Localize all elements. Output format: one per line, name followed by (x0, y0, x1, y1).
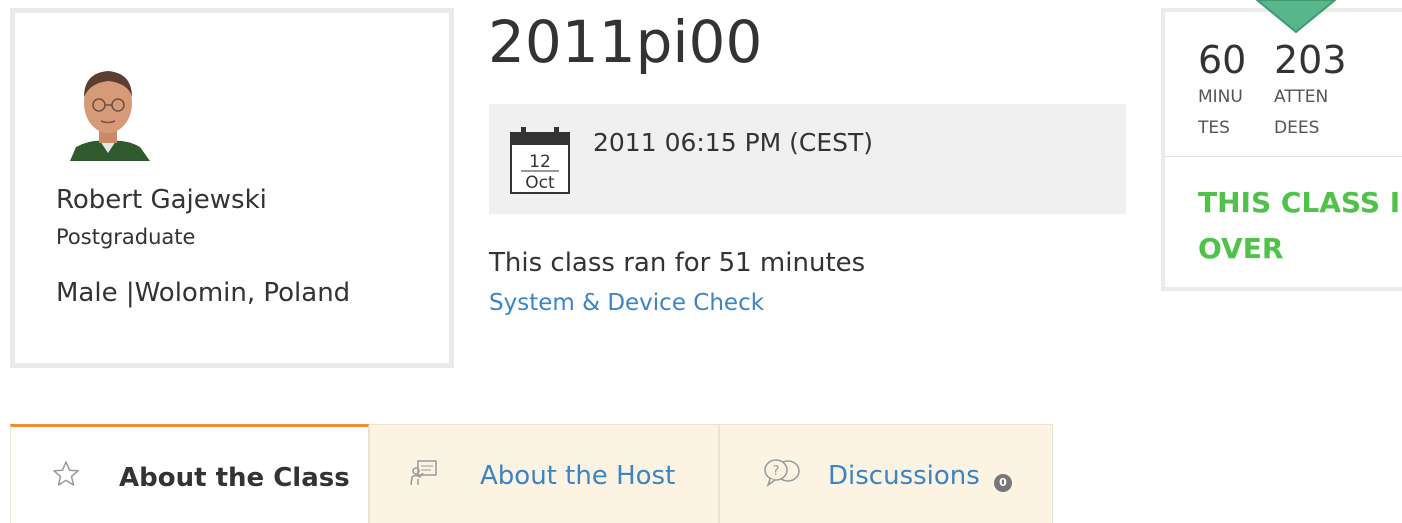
corner-marker-icon (1251, 0, 1341, 34)
host-gender-location: Male |Wolomin, Poland (56, 278, 351, 308)
class-title: 2011pi00 (488, 8, 763, 76)
discussions-count-badge: 0 (994, 474, 1012, 492)
attendees-stat: 203 ATTEN DEES (1274, 40, 1347, 144)
calendar-month: Oct (525, 173, 555, 193)
minutes-value: 60 (1198, 38, 1247, 82)
attendees-value: 203 (1274, 38, 1347, 82)
question-bubbles-icon: ? (762, 457, 810, 487)
calendar-day: 12 (529, 152, 551, 172)
host-name[interactable]: Robert Gajewski (56, 185, 267, 215)
system-device-check-link[interactable]: System & Device Check (489, 290, 764, 316)
attendees-label: ATTEN DEES (1274, 87, 1329, 138)
class-duration: This class ran for 51 minutes (489, 248, 866, 278)
calendar-icon: 12 Oct (509, 125, 571, 195)
class-date-time: 2011 06:15 PM (CEST) (593, 128, 874, 157)
host-role: Postgraduate (56, 225, 196, 249)
tab-discussions[interactable]: ? Discussions 0 (719, 424, 1053, 523)
avatar-image (66, 61, 150, 161)
stats-divider (1165, 156, 1402, 157)
minutes-label: MINU TES (1198, 87, 1243, 138)
tab-about-class-label: About the Class (119, 463, 350, 493)
star-icon (51, 459, 81, 489)
host-card: Robert Gajewski Postgraduate Male |Wolom… (10, 8, 454, 368)
svg-text:?: ? (773, 464, 780, 479)
minutes-stat: 60 MINU TES (1198, 40, 1246, 144)
host-avatar[interactable] (66, 61, 150, 161)
class-stats-card: 60 MINU TES 203 ATTEN DEES THIS CLASS IS… (1161, 8, 1402, 291)
presentation-icon (409, 457, 439, 487)
tab-about-host-label: About the Host (480, 461, 676, 491)
class-date-box: 12 Oct 2011 06:15 PM (CEST) (489, 104, 1126, 214)
tab-discussions-label: Discussions (828, 461, 980, 491)
tab-about-host[interactable]: About the Host (369, 424, 719, 523)
class-status: THIS CLASS IS OVER (1198, 186, 1402, 265)
class-tabs: About the Class About the Host ? Discuss… (10, 424, 1053, 523)
tab-about-class[interactable]: About the Class (10, 424, 369, 523)
